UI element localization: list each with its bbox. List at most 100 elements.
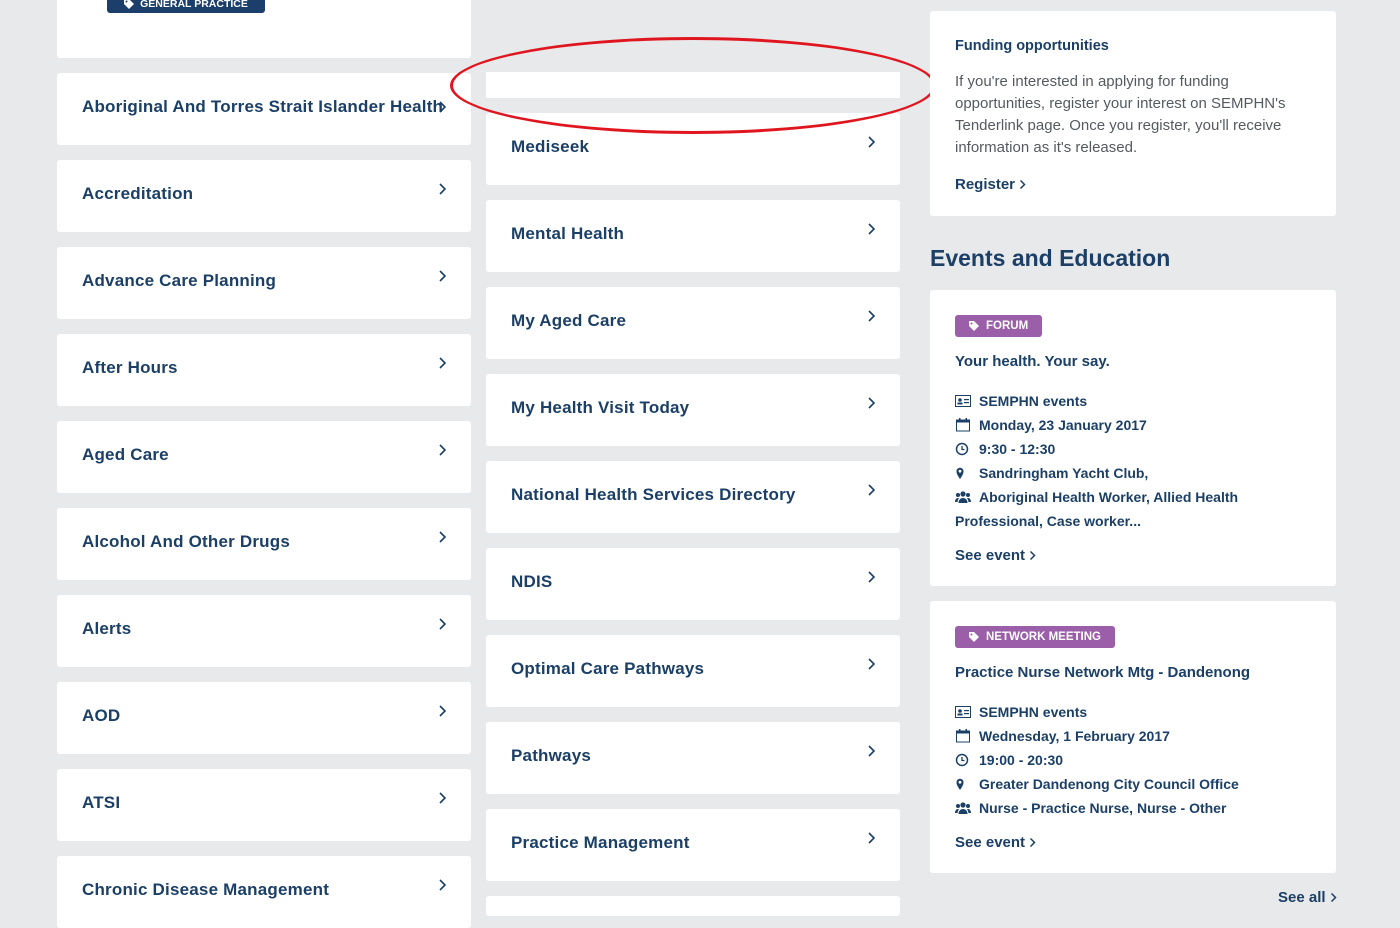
map-pin-icon	[956, 467, 964, 479]
event-time-row: 9:30 - 12:30	[955, 437, 1315, 461]
event-audience: Aboriginal Health Worker, Allied Health …	[955, 489, 1239, 529]
chevron-right-icon	[439, 270, 447, 282]
see-event-link[interactable]: See event	[955, 834, 1036, 851]
event-organiser-row: SEMPHN events	[955, 389, 1315, 413]
clock-icon	[955, 753, 969, 767]
topic-link-label: AOD	[82, 706, 121, 725]
topic-link-label: National Health Services Directory	[511, 485, 796, 504]
event-location-row: Greater Dandenong City Council Office	[955, 772, 1315, 796]
topic-link-aboriginal-torres-strait[interactable]: Aboriginal And Torres Strait Islander He…	[57, 73, 471, 145]
chevron-right-icon	[868, 484, 876, 496]
tag-icon	[969, 632, 979, 642]
topic-link-after-hours[interactable]: After Hours	[57, 334, 471, 406]
topic-link-label: Mental Health	[511, 224, 625, 243]
chevron-right-icon	[868, 397, 876, 409]
funding-body: If you're interested in applying for fun…	[955, 73, 1286, 156]
see-event-link[interactable]: See event	[955, 547, 1036, 564]
tag-icon	[124, 0, 135, 9]
see-all-label: See all	[1278, 889, 1326, 906]
event-title-link[interactable]: Practice Nurse Network Mtg - Dandenong	[955, 664, 1250, 681]
empty-link-card	[486, 72, 900, 98]
event-title-link[interactable]: Your health. Your say.	[955, 353, 1110, 370]
chevron-right-icon	[868, 136, 876, 148]
topic-link-label: Mediseek	[511, 137, 590, 156]
topic-link-advance-care-planning[interactable]: Advance Care Planning	[57, 247, 471, 319]
event-organiser: SEMPHN events	[979, 704, 1088, 720]
funding-title: Funding opportunities	[955, 38, 1109, 54]
event-category-tag[interactable]: Network meeting	[955, 626, 1115, 648]
topic-link-pathways[interactable]: Pathways	[486, 722, 900, 794]
chevron-right-icon	[868, 223, 876, 235]
topic-link-accreditation[interactable]: Accreditation	[57, 160, 471, 232]
chevron-right-icon	[439, 531, 447, 543]
chevron-right-icon	[1020, 179, 1026, 190]
topic-link-atsi[interactable]: ATSI	[57, 769, 471, 841]
topic-link-label: Alerts	[82, 619, 132, 638]
topic-link-label: Optimal Care Pathways	[511, 659, 705, 678]
event-details: SEMPHN events Monday, 23 January 2017 9:…	[955, 389, 1315, 533]
general-practice-tag[interactable]: General Practice	[107, 0, 265, 13]
topic-link-alcohol-other-drugs[interactable]: Alcohol And Other Drugs	[57, 508, 471, 580]
topic-link-label: Aboriginal And Torres Strait Islander He…	[82, 97, 444, 116]
chevron-right-icon	[439, 705, 447, 717]
event-time: 9:30 - 12:30	[979, 441, 1056, 457]
event-date: Wednesday, 1 February 2017	[979, 728, 1170, 744]
event-details: SEMPHN events Wednesday, 1 February 2017…	[955, 700, 1315, 820]
partial-link-card	[486, 896, 900, 916]
topic-link-label: Alcohol And Other Drugs	[82, 532, 290, 551]
chevron-right-icon	[439, 444, 447, 456]
see-event-label: See event	[955, 834, 1026, 851]
topic-link-optimal-care-pathways[interactable]: Optimal Care Pathways	[486, 635, 900, 707]
event-category-label: Forum	[986, 320, 1029, 332]
topic-link-label: Aged Care	[82, 445, 169, 464]
clock-icon	[955, 442, 969, 456]
see-event-label: See event	[955, 547, 1026, 564]
tag-icon	[969, 321, 979, 331]
event-audience-row: Aboriginal Health Worker, Allied Health …	[955, 485, 1315, 533]
chevron-right-icon	[439, 792, 447, 804]
event-card: Network meeting Practice Nurse Network M…	[930, 601, 1336, 873]
chevron-right-icon	[439, 618, 447, 630]
event-audience-row: Nurse - Practice Nurse, Nurse - Other	[955, 796, 1315, 820]
topic-link-label: Accreditation	[82, 184, 194, 203]
event-date: Monday, 23 January 2017	[979, 417, 1147, 433]
topic-link-my-health-visit-today[interactable]: My Health Visit Today	[486, 374, 900, 446]
topic-link-practice-management[interactable]: Practice Management	[486, 809, 900, 881]
topic-link-mental-health[interactable]: Mental Health	[486, 200, 900, 272]
chevron-right-icon	[1030, 837, 1036, 848]
register-link-label: Register	[955, 176, 1016, 193]
id-card-icon	[955, 395, 971, 407]
chevron-right-icon	[439, 357, 447, 369]
topic-link-national-health-services-directory[interactable]: National Health Services Directory	[486, 461, 900, 533]
register-link[interactable]: Register	[955, 176, 1026, 193]
chevron-right-icon	[1030, 550, 1036, 561]
topic-link-label: My Health Visit Today	[511, 398, 690, 417]
topic-link-aged-care[interactable]: Aged Care	[57, 421, 471, 493]
chevron-right-icon	[439, 879, 447, 891]
topic-link-ndis[interactable]: NDIS	[486, 548, 900, 620]
funding-panel: Funding opportunities If you're interest…	[930, 11, 1336, 216]
topic-link-label: After Hours	[82, 358, 178, 377]
topic-link-label: Practice Management	[511, 833, 690, 852]
event-location: Greater Dandenong City Council Office	[979, 776, 1239, 792]
topic-link-label: Pathways	[511, 746, 592, 765]
users-icon	[955, 491, 971, 503]
calendar-icon	[956, 729, 970, 743]
see-all-events-link[interactable]: See all	[1278, 889, 1337, 906]
topic-link-my-aged-care[interactable]: My Aged Care	[486, 287, 900, 359]
chevron-right-icon	[868, 658, 876, 670]
topic-link-alerts[interactable]: Alerts	[57, 595, 471, 667]
events-section-title: Events and Education	[930, 245, 1171, 271]
event-category-tag[interactable]: Forum	[955, 315, 1043, 337]
chevron-right-icon	[868, 310, 876, 322]
topic-link-aod[interactable]: AOD	[57, 682, 471, 754]
chevron-right-icon	[439, 101, 447, 113]
topic-link-chronic-disease-management[interactable]: Chronic Disease Management	[57, 856, 471, 928]
event-time-row: 19:00 - 20:30	[955, 748, 1315, 772]
chevron-right-icon	[1330, 892, 1337, 903]
users-icon	[955, 802, 971, 814]
event-time: 19:00 - 20:30	[979, 752, 1064, 768]
topic-link-mediseek[interactable]: Mediseek	[486, 113, 900, 185]
event-category-label: Network meeting	[986, 631, 1101, 643]
event-date-row: Monday, 23 January 2017	[955, 413, 1315, 437]
